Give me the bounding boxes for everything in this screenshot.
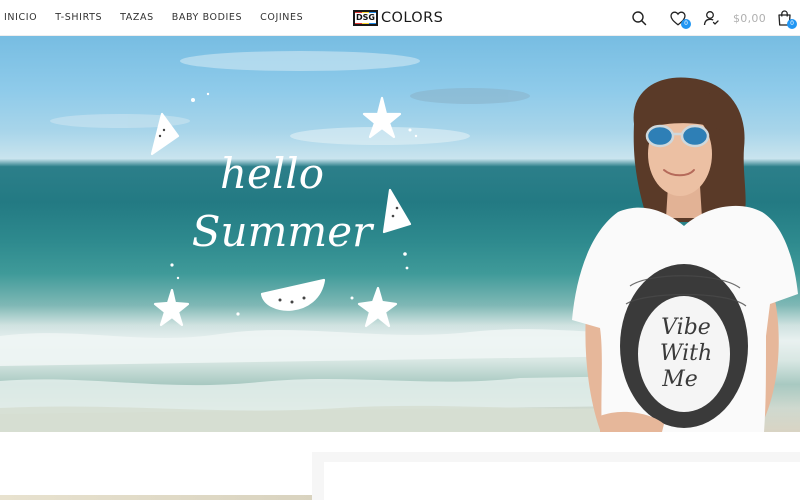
hero-illustration: hello Summer Vibe With Me [0, 51, 798, 432]
user-icon [703, 11, 719, 26]
model-photo: Vibe With Me [572, 77, 798, 432]
starfish-icon [153, 288, 190, 327]
nav-item-tazas[interactable]: TAZAS [120, 12, 154, 23]
watermelon-slice-icon [382, 188, 412, 234]
sky-clouds [50, 51, 530, 145]
shirt-print-word-1: Vibe [661, 315, 711, 340]
cart-button[interactable]: 0 [774, 8, 797, 29]
hero-banner[interactable]: hello Summer Vibe With Me [0, 36, 800, 432]
hero-greeting-summer: Summer [192, 207, 375, 256]
header-actions: 0 $0,00 0 [629, 0, 800, 36]
logo-text: COLORS [381, 10, 444, 26]
cart-count-badge: 0 [787, 19, 797, 29]
nav-item-inicio[interactable]: INICIO [4, 12, 37, 23]
nav-item-baby-bodies[interactable]: BABY BODIES [172, 12, 242, 23]
cart-total[interactable]: $0,00 [733, 12, 766, 25]
watermelon-half-icon [260, 278, 326, 311]
account-button[interactable] [701, 8, 721, 28]
logo-mark-text: DSG [355, 13, 376, 23]
surf-foam [0, 329, 640, 432]
hero-greeting-hello: hello [220, 149, 324, 198]
main-nav: INICIO T-SHIRTS TAZAS BABY BODIES COJINE… [0, 0, 321, 36]
starfish-icon [357, 286, 398, 328]
shirt-print-word-2: With [660, 341, 712, 366]
shirt-print-word-3: Me [661, 367, 698, 392]
wishlist-button[interactable]: 0 [668, 8, 691, 29]
site-logo[interactable]: DSG COLORS [353, 9, 443, 27]
logo-mark: DSG [353, 10, 378, 26]
nav-item-t-shirts[interactable]: T-SHIRTS [55, 12, 102, 23]
search-icon [632, 11, 647, 26]
site-header: INICIO T-SHIRTS TAZAS BABY BODIES COJINE… [0, 0, 800, 36]
wishlist-count-badge: 0 [681, 19, 691, 29]
search-button[interactable] [629, 8, 649, 28]
nav-item-cojines[interactable]: COJINES [260, 12, 303, 23]
product-image-strip[interactable] [0, 495, 312, 500]
featured-panel-inner[interactable] [324, 462, 800, 500]
